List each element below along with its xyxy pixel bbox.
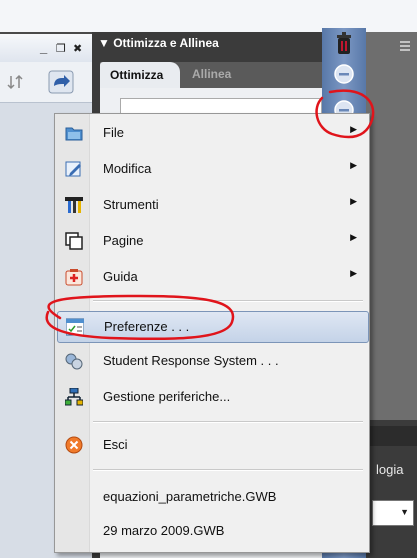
right-panel-label: logia — [376, 462, 404, 477]
tab-ottimizza[interactable]: Ottimizza — [100, 62, 180, 88]
menu-separator — [93, 421, 363, 423]
device-manager-icon — [65, 388, 83, 406]
panel-title: ▼ Ottimizza e Allinea — [98, 36, 219, 50]
submenu-arrow-icon: ▶ — [350, 268, 357, 278]
menu-item-label: File — [103, 125, 124, 140]
tools-icon — [65, 197, 83, 213]
submenu-arrow-icon: ▶ — [350, 160, 357, 170]
edit-icon — [65, 161, 81, 177]
menu-item-recent-file-2[interactable]: 29 marzo 2009.GWB — [57, 514, 367, 548]
submenu-arrow-icon: ▶ — [350, 196, 357, 206]
pages-icon — [65, 232, 83, 250]
menu-item-pagine[interactable]: Pagine ▶ — [57, 224, 367, 258]
menu-item-label: Guida — [103, 269, 138, 284]
tab-allinea[interactable]: Allinea — [192, 67, 231, 81]
submenu-arrow-icon: ▶ — [350, 232, 357, 242]
zoom-out-icon[interactable] — [332, 62, 356, 86]
menu-item-label: 29 marzo 2009.GWB — [103, 523, 225, 538]
exit-icon — [65, 436, 83, 454]
collapse-triangle-icon[interactable]: ▼ — [98, 36, 113, 50]
help-icon — [65, 269, 83, 286]
menu-item-label: Preferenze . . . — [104, 319, 190, 334]
panel-menu-icon[interactable] — [400, 40, 414, 52]
menu-item-label: Strumenti — [103, 197, 159, 212]
minimize-button[interactable]: _ — [40, 40, 47, 55]
menu-item-label: Esci — [103, 437, 128, 452]
menu-separator — [93, 300, 363, 302]
trash-bin-icon[interactable] — [334, 32, 354, 56]
forward-arrow-icon[interactable] — [48, 70, 74, 94]
restore-button[interactable]: ❐ — [56, 42, 66, 55]
menu-item-guida[interactable]: Guida ▶ — [57, 260, 367, 294]
right-bottom-panel — [366, 420, 417, 558]
student-response-icon — [65, 353, 83, 370]
menu-item-label: equazioni_parametriche.GWB — [103, 489, 277, 504]
chevron-down-icon: ▼ — [400, 507, 409, 517]
menu-item-file[interactable]: File ▶ — [57, 116, 367, 150]
right-dropdown[interactable]: ▼ — [372, 500, 414, 526]
menu-item-gestione-periferiche[interactable]: Gestione periferiche... — [57, 380, 367, 414]
menu-separator — [93, 469, 363, 471]
menu-item-label: Pagine — [103, 233, 144, 248]
right-panel-header — [366, 426, 417, 446]
menu-item-label: Gestione periferiche... — [103, 389, 231, 404]
menu-item-student-response-system[interactable]: Student Response System . . . — [57, 344, 367, 378]
context-menu: File ▶ Modifica ▶ Strumenti ▶ Pagine ▶ G… — [54, 113, 370, 553]
left-toolbar — [0, 62, 92, 103]
preferences-icon — [66, 318, 84, 336]
sort-icon[interactable] — [6, 72, 26, 92]
menu-item-esci[interactable]: Esci — [57, 428, 367, 462]
folder-icon — [65, 127, 83, 141]
menu-item-label: Modifica — [103, 161, 152, 176]
tab-strip: Ottimizza Allinea — [100, 62, 322, 88]
close-button[interactable]: ✖ — [73, 42, 82, 55]
menu-item-preferenze[interactable]: Preferenze . . . — [57, 311, 369, 343]
left-panel-header: _ ❐ ✖ — [0, 34, 92, 63]
submenu-arrow-icon: ▶ — [350, 124, 357, 134]
menu-item-label: Student Response System . . . — [103, 353, 279, 368]
menu-item-strumenti[interactable]: Strumenti ▶ — [57, 188, 367, 222]
menu-item-recent-file-1[interactable]: equazioni_parametriche.GWB — [57, 480, 367, 514]
menu-item-modifica[interactable]: Modifica ▶ — [57, 152, 367, 186]
